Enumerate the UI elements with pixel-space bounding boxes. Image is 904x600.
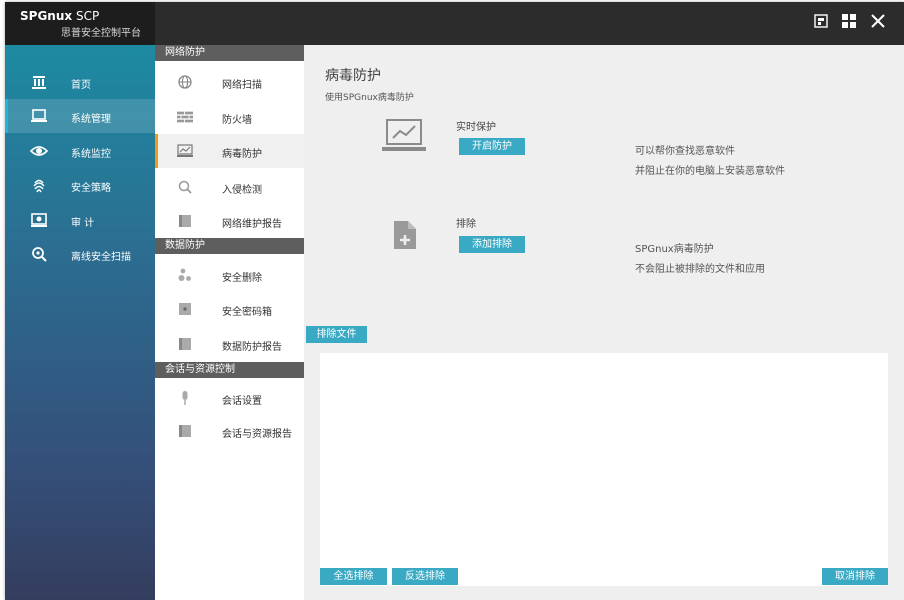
file-add-icon xyxy=(392,219,420,255)
grid-icon[interactable] xyxy=(840,12,858,30)
home-icon xyxy=(30,73,48,91)
page-title: 病毒防护 xyxy=(325,68,381,84)
realtime-desc-1: 可以帮你查找恶意软件 xyxy=(635,146,735,157)
close-icon[interactable] xyxy=(869,12,887,30)
brick-wall-icon xyxy=(177,109,193,125)
sub-item-secure-delete[interactable]: 安全删除 xyxy=(155,258,304,292)
invert-selection-button[interactable]: 反选排除 xyxy=(392,568,458,585)
enable-protection-button[interactable]: 开启防护 xyxy=(459,138,525,155)
exclusion-label: 排除 xyxy=(456,219,476,230)
nav-item-system-management[interactable]: 系统管理 xyxy=(5,99,155,133)
sub-label-session-settings: 会话设置 xyxy=(222,396,262,407)
sub-label-secure-delete: 安全删除 xyxy=(222,273,262,284)
sub-label-network-report: 网络维护报告 xyxy=(222,219,282,230)
sub-item-firewall[interactable]: 防火墙 xyxy=(155,100,304,134)
window-restore-icon[interactable] xyxy=(812,12,830,30)
title-bar: SPGnux SCP 思普安全控制平台 xyxy=(5,2,904,45)
nav-label-offline-scan: 离线安全扫描 xyxy=(71,252,131,263)
microphone-icon xyxy=(177,390,193,406)
laptop-icon xyxy=(30,107,48,125)
vault-icon xyxy=(177,301,193,317)
nav-item-security-policy[interactable]: 安全策略 xyxy=(5,168,155,202)
brand: SPGnux SCP 思普安全控制平台 xyxy=(5,2,155,45)
sub-label-data-report: 数据防护报告 xyxy=(222,342,282,353)
nav-label-home: 首页 xyxy=(71,80,91,91)
secure-delete-icon xyxy=(177,267,193,283)
monitor-chart-icon xyxy=(177,143,193,159)
realtime-label: 实时保护 xyxy=(456,122,496,133)
sub-label-network-scan: 网络扫描 xyxy=(222,80,262,91)
globe-icon xyxy=(177,74,193,90)
sub-menu: 网络防护 网络扫描 防火墙 病毒防护 入侵检测 网络维护报告 数据防护 安全删除… xyxy=(155,45,304,600)
select-all-button[interactable]: 全选排除 xyxy=(320,568,387,585)
realtime-desc-2: 并阻止在你的电脑上安装恶意软件 xyxy=(635,166,785,177)
exclude-files-tab[interactable]: 排除文件 xyxy=(306,326,367,343)
exclusion-desc-2: 不会阻止被排除的文件和应用 xyxy=(635,264,765,275)
main-nav: 首页 系统管理 系统监控 安全策略 审 计 离线安全扫描 xyxy=(5,45,155,600)
audit-icon xyxy=(30,211,48,229)
app-name-rest: SCP xyxy=(75,9,100,23)
sub-item-intrusion-detection[interactable]: 入侵检测 xyxy=(155,170,304,204)
magnifier-icon xyxy=(177,179,193,195)
section-header-session: 会话与资源控制 xyxy=(155,362,304,378)
sub-item-data-report[interactable]: 数据防护报告 xyxy=(155,327,304,361)
nav-label-audit: 审 计 xyxy=(71,218,95,229)
sub-item-network-scan[interactable]: 网络扫描 xyxy=(155,65,304,99)
sub-item-session-settings[interactable]: 会话设置 xyxy=(155,381,304,415)
sub-label-virus-protection: 病毒防护 xyxy=(222,149,262,160)
laptop-chart-icon xyxy=(382,118,426,158)
add-exclusion-button[interactable]: 添加排除 xyxy=(459,236,525,253)
report-icon xyxy=(177,213,193,229)
section-header-data: 数据防护 xyxy=(155,238,304,254)
app-title: SPGnux SCP xyxy=(20,9,99,23)
section-title-session: 会话与资源控制 xyxy=(165,364,235,375)
exclusion-desc-1: SPGnux病毒防护 xyxy=(635,244,714,255)
nav-item-audit[interactable]: 审 计 xyxy=(5,203,155,237)
nav-label-system-monitor: 系统监控 xyxy=(71,149,111,160)
nav-item-system-monitor[interactable]: 系统监控 xyxy=(5,134,155,168)
cancel-exclusion-button[interactable]: 取消排除 xyxy=(822,568,888,585)
nav-label-security-policy: 安全策略 xyxy=(71,183,111,194)
page-subtitle: 使用SPGnux病毒防护 xyxy=(325,93,414,103)
exclusion-list[interactable] xyxy=(320,353,888,586)
section-title-data: 数据防护 xyxy=(165,240,205,251)
fingerprint-icon xyxy=(30,176,48,194)
sub-item-session-report[interactable]: 会话与资源报告 xyxy=(155,414,304,448)
report-icon xyxy=(177,336,193,352)
nav-label-system-management: 系统管理 xyxy=(71,114,111,125)
scan-icon xyxy=(30,245,48,263)
app-name-bold: SPGnux xyxy=(20,9,73,23)
nav-item-offline-scan[interactable]: 离线安全扫描 xyxy=(5,237,155,271)
app-window: SPGnux SCP 思普安全控制平台 首页 系统管理 系统监控 安全策略 审 … xyxy=(5,2,904,600)
section-title-network: 网络防护 xyxy=(165,47,205,58)
sub-item-virus-protection[interactable]: 病毒防护 xyxy=(155,134,304,168)
sub-item-network-report[interactable]: 网络维护报告 xyxy=(155,204,304,238)
sub-item-password-vault[interactable]: 安全密码箱 xyxy=(155,292,304,326)
main-content: 病毒防护 使用SPGnux病毒防护 实时保护 开启防护 可以帮你查找恶意软件 并… xyxy=(304,45,904,600)
nav-item-home[interactable]: 首页 xyxy=(5,65,155,99)
app-subtitle: 思普安全控制平台 xyxy=(61,28,141,39)
sub-label-intrusion-detection: 入侵检测 xyxy=(222,185,262,196)
section-header-network: 网络防护 xyxy=(155,45,304,61)
report-icon xyxy=(177,423,193,439)
eye-icon xyxy=(30,142,48,160)
sub-label-password-vault: 安全密码箱 xyxy=(222,307,272,318)
sub-label-session-report: 会话与资源报告 xyxy=(222,429,292,440)
sub-label-firewall: 防火墙 xyxy=(222,115,252,126)
